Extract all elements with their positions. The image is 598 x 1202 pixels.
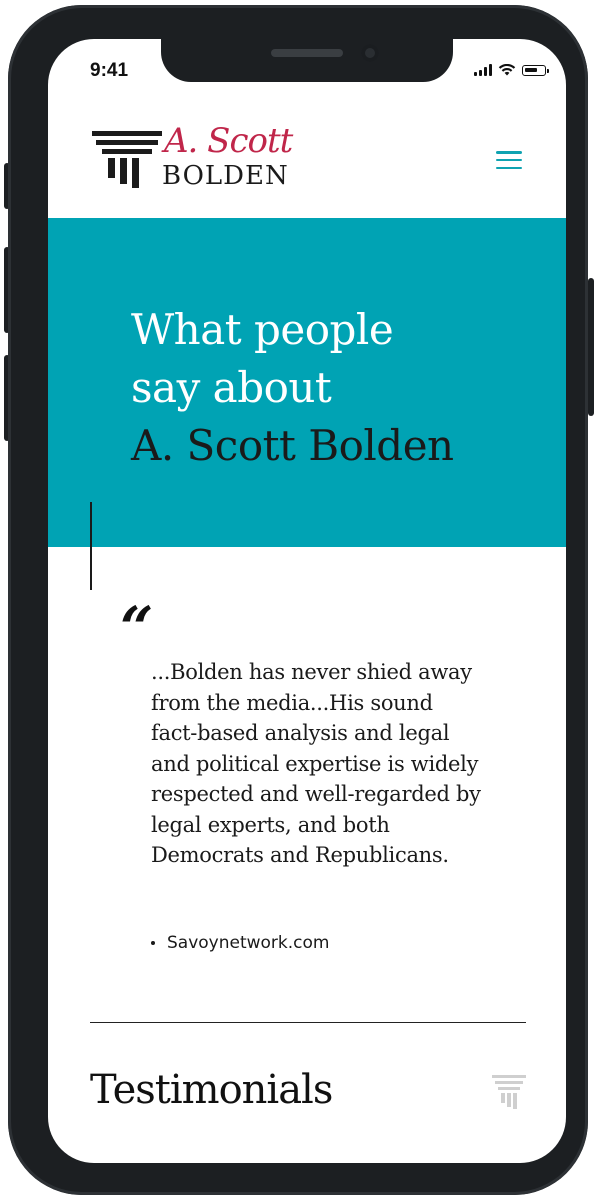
decorative-vertical-line	[90, 502, 92, 590]
hamburger-menu-icon[interactable]	[496, 151, 522, 169]
notch	[161, 39, 453, 82]
signal-icon	[474, 64, 492, 76]
speaker-grille	[271, 49, 343, 57]
power-button	[588, 278, 594, 416]
hero-title-line2: say about	[131, 363, 332, 412]
section-title: Testimonials	[90, 1067, 333, 1113]
hero-title-line1: What people	[131, 305, 394, 354]
quote-source-text: Savoynetwork.com	[167, 933, 330, 953]
pillar-watermark-icon	[492, 1075, 526, 1109]
hero-banner: What people say about A. Scott Bolden	[48, 218, 566, 547]
hero-title-line3: A. Scott Bolden	[131, 421, 454, 470]
hero-title: What people say about A. Scott Bolden	[131, 301, 454, 475]
status-time: 9:41	[90, 60, 129, 81]
site-logo[interactable]: A. Scott BOLDEN	[92, 121, 302, 199]
bullet-icon	[151, 941, 155, 945]
pillar-logo-icon	[92, 131, 162, 188]
logo-script-text: A. Scott	[164, 121, 293, 161]
status-icons	[474, 64, 549, 76]
wifi-icon	[498, 64, 516, 76]
logo-name-text: BOLDEN	[162, 161, 289, 191]
battery-icon	[522, 65, 549, 76]
quote-mark-icon: “	[120, 594, 154, 662]
section-divider	[90, 1022, 526, 1023]
phone-frame: 9:41 A. Scott BOLDEN What people say abo…	[8, 5, 588, 1195]
testimonial-quote: ...Bolden has never shied away from the …	[151, 660, 481, 867]
front-camera	[361, 44, 379, 62]
phone-screen: 9:41 A. Scott BOLDEN What people say abo…	[48, 39, 566, 1163]
quote-source: Savoynetwork.com	[151, 933, 329, 953]
site-header: A. Scott BOLDEN	[48, 99, 566, 218]
